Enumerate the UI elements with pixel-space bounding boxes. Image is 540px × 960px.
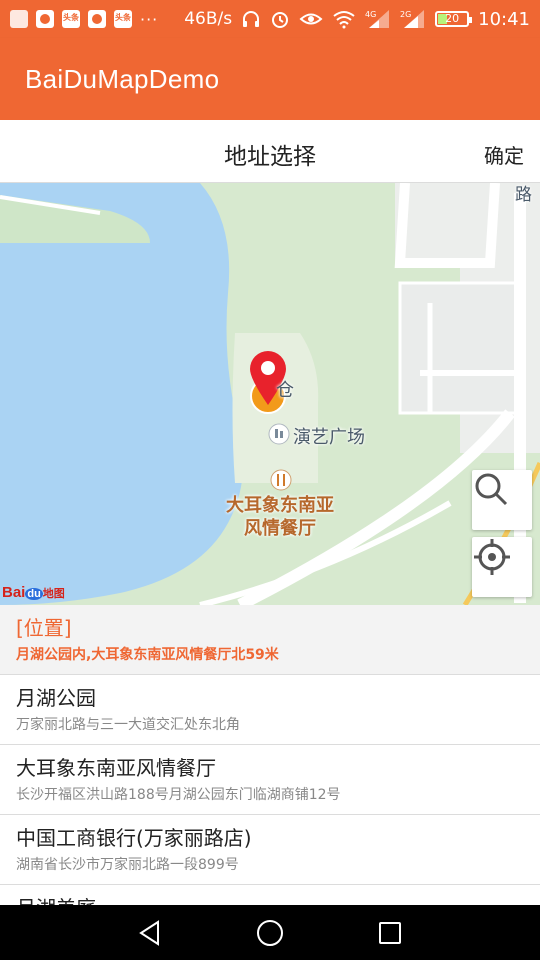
signal-2g-icon: 2G — [400, 10, 425, 28]
notification-icons: 头条 头条 ··· — [10, 10, 158, 29]
result-address: 长沙开福区洪山路188号月湖公园东门临湖商铺12号 — [16, 787, 341, 803]
map-label-warehouse: 仓 — [276, 380, 294, 401]
svg-text:4G: 4G — [365, 10, 376, 19]
baidu-map-logo: Bai du 地图 — [2, 584, 65, 601]
plaza-poi-icon — [268, 423, 290, 445]
toutiao-icon: 头条 — [114, 10, 132, 28]
map-label-road: 路 — [515, 185, 532, 205]
map-pin-app-icon — [88, 10, 106, 28]
svg-text:2G: 2G — [400, 10, 411, 19]
toutiao-icon: 头条 — [62, 10, 80, 28]
back-triangle-icon — [139, 919, 159, 946]
wifi-icon — [333, 11, 355, 29]
home-circle-icon — [257, 919, 283, 946]
result-name: [位置] — [16, 616, 72, 640]
app-title: BaiDuMapDemo — [25, 63, 220, 94]
search-icon — [475, 473, 508, 506]
result-name: 大耳象东南亚风情餐厅 — [16, 756, 216, 780]
map-label-restaurant-line2: 风情餐厅 — [244, 518, 316, 539]
list-item[interactable]: [位置] 月湖公园内,大耳象东南亚风情餐厅北59米 — [0, 605, 540, 675]
confirm-button[interactable]: 确定 — [484, 140, 524, 169]
app-icon — [10, 10, 28, 28]
result-name: 月湖公园 — [16, 686, 96, 710]
map-label-restaurant-line1: 大耳象东南亚 — [226, 495, 334, 516]
restaurant-poi-icon — [270, 469, 292, 491]
list-item[interactable]: 月湖美庭 — [0, 885, 540, 905]
net-speed: 46B/s — [184, 9, 233, 29]
result-name: 月湖美庭 — [16, 895, 524, 905]
list-item[interactable]: 中国工商银行(万家丽路店) 湖南省长沙市万家丽北路一段899号 — [0, 815, 540, 885]
eye-icon — [299, 13, 323, 25]
map-pin-app-icon — [36, 10, 54, 28]
map-label-restaurant: 大耳象东南亚 风情餐厅 — [220, 494, 340, 540]
result-address: 月湖公园内,大耳象东南亚风情餐厅北59米 — [16, 647, 279, 663]
address-results-list[interactable]: [位置] 月湖公园内,大耳象东南亚风情餐厅北59米 月湖公园 万家丽北路与三一大… — [0, 605, 540, 905]
map-canvas[interactable] — [0, 183, 540, 605]
alarm-icon — [272, 12, 289, 28]
system-status: 46B/s 4G 2G 20 10:41 — [184, 8, 530, 30]
more-notifications-dots: ··· — [140, 9, 159, 29]
battery-icon: 20 — [435, 11, 473, 27]
map-view[interactable]: 仓 演艺广场 大耳象东南亚 风情餐厅 路 Bai du 地图 — [0, 183, 540, 605]
status-bar: 头条 头条 ··· 46B/s 4G 2G 20 10:41 — [0, 0, 540, 38]
page-title: 地址选择 — [224, 144, 316, 170]
map-search-button[interactable] — [472, 470, 532, 530]
map-label-plaza: 演艺广场 — [293, 427, 365, 448]
app-toolbar: BaiDuMapDemo — [0, 38, 540, 120]
list-item[interactable]: 大耳象东南亚风情餐厅 长沙开福区洪山路188号月湖公园东门临湖商铺12号 — [0, 745, 540, 815]
recents-square-icon — [379, 921, 401, 944]
page-header: 地址选择 确定 — [0, 120, 540, 183]
map-locate-button[interactable] — [472, 537, 532, 597]
list-item[interactable]: 月湖公园 万家丽北路与三一大道交汇处东北角 — [0, 675, 540, 745]
nav-home-button[interactable] — [250, 913, 290, 953]
system-nav-bar — [0, 905, 540, 960]
headphones-icon — [243, 11, 260, 27]
result-address: 湖南省长沙市万家丽北路一段899号 — [16, 857, 239, 873]
crosshair-icon — [474, 539, 510, 575]
result-address: 万家丽北路与三一大道交汇处东北角 — [16, 717, 240, 733]
clock: 10:41 — [478, 8, 530, 30]
signal-4g-icon: 4G — [365, 10, 390, 28]
result-name: 中国工商银行(万家丽路店) — [16, 826, 252, 850]
nav-back-button[interactable] — [130, 913, 170, 953]
nav-recents-button[interactable] — [370, 913, 410, 953]
